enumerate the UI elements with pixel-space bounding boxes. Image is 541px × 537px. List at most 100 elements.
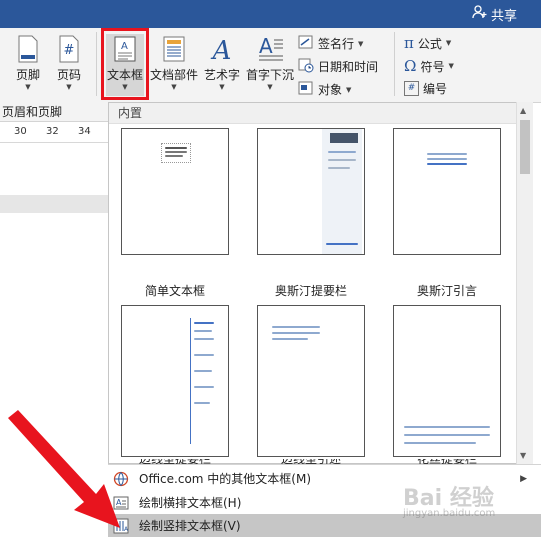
document-band xyxy=(0,195,108,213)
ribbon-separator xyxy=(394,32,395,96)
chevron-down-icon: ▼ xyxy=(66,83,72,91)
menu-item-draw-vertical[interactable]: A 绘制竖排文本框(V) xyxy=(108,514,541,537)
page-number-icon: # xyxy=(54,34,84,64)
signature-icon xyxy=(298,34,314,53)
calendar-clock-icon xyxy=(298,57,314,76)
tile-label: 奥斯汀引言 xyxy=(416,284,477,298)
date-time-button[interactable]: 日期和时间 xyxy=(298,57,378,76)
chevron-right-icon: ▶ xyxy=(520,473,527,484)
chevron-down-icon: ▼ xyxy=(171,83,177,91)
signature-line-button[interactable]: 签名行 ▼ xyxy=(298,34,363,53)
svg-text:A: A xyxy=(211,36,232,64)
gallery-tile-filigree-sidebar[interactable] xyxy=(393,305,501,457)
text-box-highlight xyxy=(101,28,149,100)
tile-label: 奥斯汀提要栏 xyxy=(274,284,347,298)
scroll-thumb[interactable] xyxy=(520,120,530,174)
preview-line xyxy=(165,155,183,157)
gallery-tile-simple-text-box[interactable] xyxy=(121,128,229,255)
ruler-tick: 30 xyxy=(14,126,27,137)
drop-cap-icon: A xyxy=(255,34,285,64)
preview-rule xyxy=(190,318,191,444)
preview-line xyxy=(427,158,467,160)
gallery-tile-sideline-sidebar[interactable] xyxy=(121,305,229,457)
quick-parts-button[interactable]: 文档部件 ▼ xyxy=(150,34,198,91)
page-number-label: 页码 xyxy=(56,68,81,82)
preview-line xyxy=(272,338,308,340)
red-arrow-annotation xyxy=(8,410,120,528)
preview-line xyxy=(194,370,212,372)
page-number-button[interactable]: # 页码 ▼ xyxy=(52,34,86,91)
preview-line xyxy=(165,151,187,153)
preview-line xyxy=(194,354,214,356)
drop-cap-label: 首字下沉 xyxy=(246,68,295,82)
chevron-down-icon: ▼ xyxy=(358,39,364,48)
menu-item-label: 绘制竖排文本框(V) xyxy=(139,519,241,533)
object-label: 对象 xyxy=(318,83,343,97)
text-box-menu: Office.com 中的其他文本框(M) ▶ A 绘制横排文本框(H) A 绘… xyxy=(108,464,541,537)
ruler: 30 32 34 xyxy=(0,122,108,143)
menu-item-label: Office.com 中的其他文本框(M) xyxy=(139,472,312,486)
preview-line xyxy=(328,151,356,153)
preview-line xyxy=(427,163,467,165)
number-icon: # xyxy=(404,81,419,96)
preview-line xyxy=(194,330,212,332)
scroll-up-icon[interactable]: ▲ xyxy=(520,106,526,115)
number-label: 编号 xyxy=(423,82,448,96)
object-icon xyxy=(298,80,314,99)
chevron-down-icon: ▼ xyxy=(267,83,273,91)
tile-label: 简单文本框 xyxy=(144,284,205,298)
svg-text:#: # xyxy=(64,43,75,58)
ribbon-insert: 页脚 ▼ # 页码 ▼ A 文本框 ▼ 文档部件 ▼ A 艺术字 ▼ A 首字下… xyxy=(0,28,541,103)
group-label-header-footer: 页眉和页脚 xyxy=(0,102,108,122)
gallery-tile-sideline-quote[interactable] xyxy=(257,305,365,457)
footer-icon xyxy=(13,34,43,64)
person-add-icon xyxy=(472,4,488,24)
preview-line xyxy=(404,426,490,428)
preview-line xyxy=(165,147,187,149)
menu-item-label: 绘制横排文本框(H) xyxy=(139,496,242,510)
footer-label: 页脚 xyxy=(15,68,40,82)
ruler-tick: 34 xyxy=(78,126,91,137)
gallery-tile-austin-quote[interactable] xyxy=(393,128,501,255)
preview-line xyxy=(404,442,476,444)
equation-label: 公式 xyxy=(417,36,442,51)
omega-icon: Ω xyxy=(404,57,417,75)
title-bar: 共享 xyxy=(0,0,541,28)
number-button[interactable]: # 编号 xyxy=(404,80,447,97)
chevron-down-icon: ▼ xyxy=(25,83,31,91)
menu-item-draw-horizontal[interactable]: A 绘制横排文本框(H) xyxy=(108,491,541,514)
equation-button[interactable]: π 公式 ▼ xyxy=(404,34,451,52)
scroll-down-icon[interactable]: ▼ xyxy=(520,451,526,460)
chevron-down-icon: ▼ xyxy=(346,85,352,94)
ruler-tick: 32 xyxy=(46,126,59,137)
chevron-down-icon: ▼ xyxy=(448,62,454,70)
wordart-icon: A xyxy=(207,34,237,66)
tile-preview-sidebar xyxy=(322,129,362,254)
preview-line xyxy=(328,167,350,169)
preview-line xyxy=(194,386,214,388)
quick-parts-label: 文档部件 xyxy=(150,68,199,82)
wordart-button[interactable]: A 艺术字 ▼ xyxy=(203,34,241,91)
preview-line xyxy=(404,434,490,436)
drop-cap-button[interactable]: A 首字下沉 ▼ xyxy=(246,34,294,91)
share-button[interactable]: 共享 xyxy=(472,4,517,24)
gallery-tile-austin-sidebar[interactable] xyxy=(257,128,365,255)
preview-line xyxy=(194,338,214,340)
footer-button[interactable]: 页脚 ▼ xyxy=(11,34,45,91)
share-label: 共享 xyxy=(490,8,517,24)
gallery-scrollbar[interactable]: ▲ ▼ xyxy=(516,102,533,464)
quick-parts-icon xyxy=(159,34,189,64)
object-button[interactable]: 对象 ▼ xyxy=(298,80,351,99)
preview-block xyxy=(330,133,358,143)
chevron-down-icon: ▼ xyxy=(219,83,225,91)
menu-item-more-text-boxes[interactable]: Office.com 中的其他文本框(M) ▶ xyxy=(108,467,541,490)
svg-text:A: A xyxy=(259,34,273,58)
wordart-label: 艺术字 xyxy=(203,68,240,82)
signature-label: 签名行 xyxy=(318,37,355,51)
tile-preview-box xyxy=(161,143,191,163)
preview-line xyxy=(194,322,214,324)
symbol-label: 符号 xyxy=(420,59,445,74)
gallery-section-label: 内置 xyxy=(109,103,532,124)
symbol-button[interactable]: Ω 符号 ▼ xyxy=(404,57,454,75)
preview-line xyxy=(272,326,320,328)
